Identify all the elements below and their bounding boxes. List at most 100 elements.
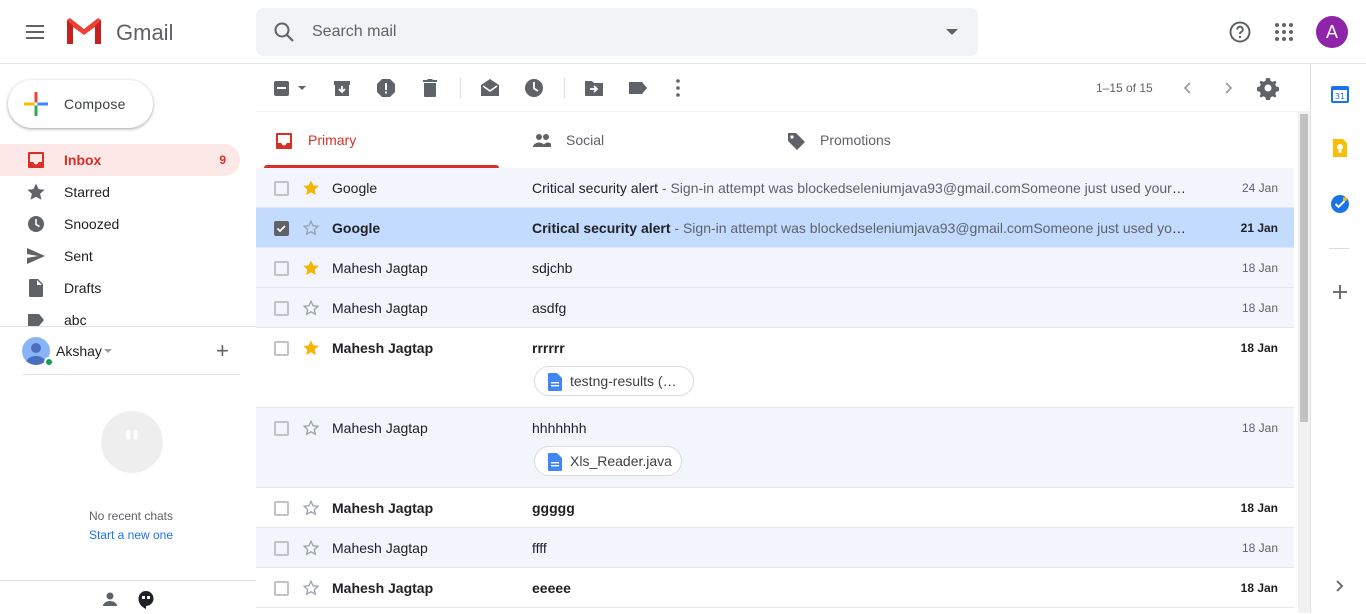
apps-grid-icon[interactable] [1272,20,1296,44]
settings-gear-icon[interactable] [1256,76,1280,100]
nav-label: Drafts [64,280,102,296]
move-to-icon[interactable] [582,76,606,100]
account-avatar[interactable]: A [1316,16,1348,48]
row-checkbox[interactable] [274,261,289,276]
people-icon [533,134,551,147]
star-icon[interactable] [302,179,320,197]
email-row[interactable]: Google Critical security alert - Sign-in… [256,208,1294,248]
app-name[interactable]: Gmail [116,20,173,46]
archive-icon[interactable] [330,76,354,100]
star-outline-icon[interactable] [302,539,320,557]
labels-icon[interactable] [626,76,650,100]
start-new-chat-link[interactable]: Start a new one [0,528,262,542]
add-addon-plus-icon[interactable] [1330,282,1350,302]
main-content: 1–15 of 15 Primary Social Promotions Goo… [256,64,1310,613]
tab-promotions[interactable]: Promotions [776,112,1030,168]
nav-item-abc[interactable]: abc [0,304,240,326]
unread-count: 9 [219,153,226,167]
tasks-icon[interactable] [1330,194,1350,214]
email-subject: sdjchb [532,260,573,276]
attachment-chip[interactable]: testng-results (… [534,366,694,396]
hangouts-panel: Akshay + " No recent chats Start a new o… [0,326,256,613]
row-checkbox[interactable] [274,501,289,516]
chevron-left-icon[interactable] [1176,76,1200,100]
category-tabs: Primary Social Promotions [264,112,1294,168]
hangouts-user[interactable]: Akshay + [22,337,240,375]
row-checkbox[interactable] [274,341,289,356]
toolbar: 1–15 of 15 [256,64,1310,112]
svg-text:31: 31 [1335,92,1345,101]
nav-item-drafts[interactable]: Drafts [0,272,240,304]
mark-as-read-icon[interactable] [478,76,502,100]
email-list-scrollbar[interactable] [1298,112,1310,613]
email-row[interactable]: Mahesh Jagtap ffff 18 Jan [256,528,1294,568]
toolbar-divider [564,78,565,98]
email-row[interactable]: Mahesh Jagtap hhhhhhh 18 Jan Xls_Reader.… [256,408,1294,488]
search-bar[interactable] [256,8,978,56]
hangouts-user-name[interactable]: Akshay [56,343,102,359]
email-row[interactable]: Mahesh Jagtap eeeee 18 Jan [256,568,1294,608]
new-conversation-plus-icon[interactable]: + [216,340,229,362]
nav-item-snoozed[interactable]: Snoozed [0,208,240,240]
help-icon[interactable] [1228,20,1252,44]
nav-label: Starred [64,184,110,200]
more-options-icon[interactable] [666,76,690,100]
chevron-right-icon[interactable] [1216,76,1240,100]
left-sidebar: Compose Inbox 9 Starred Snoozed Sent Dra… [0,64,256,613]
contacts-icon[interactable] [100,589,120,609]
search-icon[interactable] [272,20,296,44]
chevron-down-icon[interactable] [104,349,112,353]
row-checkbox[interactable] [274,301,289,316]
attachment-chip[interactable]: Xls_Reader.java [534,446,682,476]
email-date: 18 Jan [1240,581,1278,595]
nav-item-sent[interactable]: Sent [0,240,240,272]
star-outline-icon[interactable] [302,299,320,317]
compose-label: Compose [64,96,126,112]
email-row[interactable]: Mahesh Jagtap ggggg 18 Jan [256,488,1294,528]
email-row[interactable]: Mahesh Jagtap asdfg 18 Jan [256,288,1294,328]
row-checkbox[interactable] [274,421,289,436]
email-date: 18 Jan [1241,421,1278,435]
row-checkbox[interactable] [274,541,289,556]
tab-social[interactable]: Social [522,112,776,168]
star-icon[interactable] [302,259,320,277]
keep-icon[interactable] [1330,138,1350,158]
email-snippet: hhhhhhh [532,420,1186,436]
report-spam-icon[interactable] [374,76,398,100]
calendar-icon[interactable]: 31 [1330,84,1350,104]
main-menu-icon[interactable] [24,20,48,44]
search-input[interactable] [312,20,912,44]
select-dropdown-icon[interactable] [298,86,306,90]
sender-name: Mahesh Jagtap [332,420,428,436]
star-outline-icon[interactable] [302,219,320,237]
email-subject: ffff [532,540,547,556]
gmail-logo-icon[interactable] [64,16,104,46]
nav-item-starred[interactable]: Starred [0,176,240,208]
email-row[interactable]: Mahesh Jagtap sdjchb 18 Jan [256,248,1294,288]
star-icon[interactable] [302,339,320,357]
label-icon [28,314,44,326]
star-outline-icon[interactable] [302,419,320,437]
row-checkbox[interactable] [274,581,289,596]
compose-button[interactable]: Compose [8,80,153,128]
chevron-right-icon[interactable] [1330,576,1350,596]
snooze-clock-icon[interactable] [522,76,546,100]
row-checkbox-checked[interactable] [274,221,289,236]
row-checkbox[interactable] [274,181,289,196]
scrollbar-thumb[interactable] [1300,114,1308,422]
delete-icon[interactable] [418,76,442,100]
email-subject: eeeee [532,580,571,596]
send-icon [27,248,45,264]
sender-name: Google [332,180,378,196]
email-snippet: ffff [532,540,1186,556]
email-date: 18 Jan [1241,301,1278,315]
tab-primary[interactable]: Primary [264,112,518,168]
select-all-checkbox[interactable] [274,81,289,96]
nav-item-inbox[interactable]: Inbox 9 [0,144,240,176]
star-outline-icon[interactable] [302,579,320,597]
email-row[interactable]: Google Critical security alert - Sign-in… [256,168,1294,208]
email-row[interactable]: Mahesh Jagtap rrrrrr 18 Jan testng-resul… [256,328,1294,408]
hangouts-chat-icon[interactable] [136,589,156,609]
search-options-dropdown-icon[interactable] [946,29,958,35]
star-outline-icon[interactable] [302,499,320,517]
